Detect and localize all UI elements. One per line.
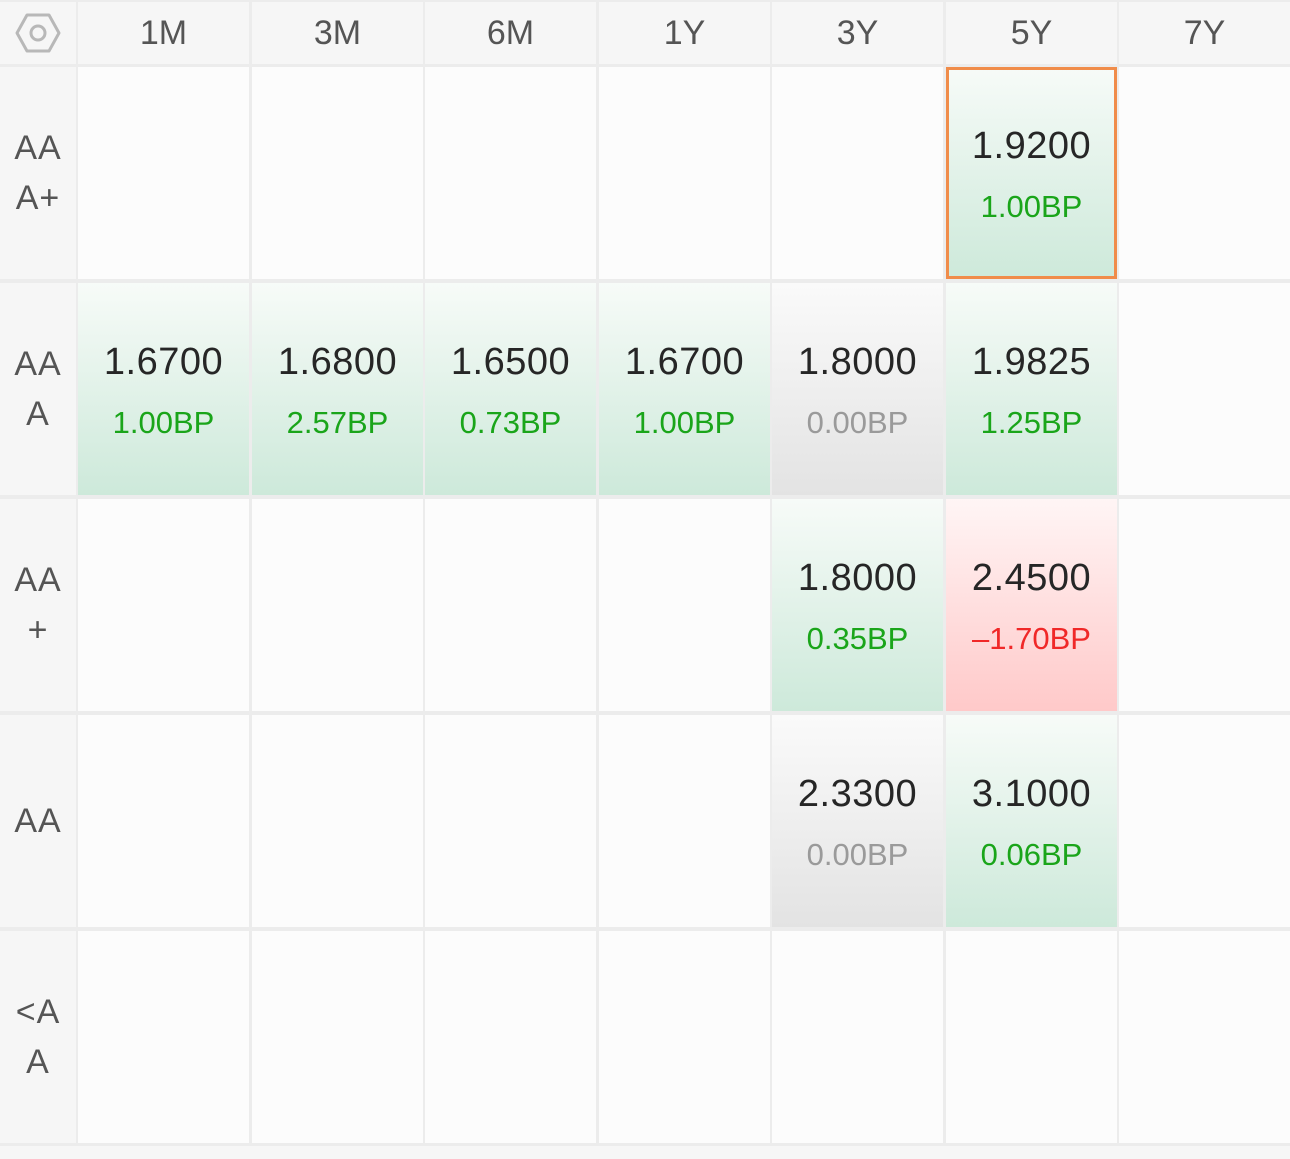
quote-change: 2.57BP — [286, 405, 389, 440]
row-header-label: AAA — [14, 345, 62, 433]
quote-cell[interactable]: 3.1000 0.06BP — [946, 715, 1117, 927]
row-header[interactable]: AA — [0, 715, 76, 927]
quote-value: 1.6500 — [450, 341, 571, 383]
column-header-3y[interactable]: 3Y — [772, 2, 943, 64]
column-header-6m[interactable]: 6M — [425, 2, 596, 64]
empty-cell[interactable] — [1119, 499, 1290, 711]
empty-cell[interactable] — [599, 67, 770, 279]
quote-value: 1.6700 — [103, 341, 224, 383]
empty-cell[interactable] — [252, 715, 423, 927]
empty-cell[interactable] — [78, 931, 249, 1143]
quote-cell[interactable]: 1.9825 1.25BP — [946, 283, 1117, 495]
settings-button[interactable] — [0, 2, 76, 64]
row-header[interactable]: <AA — [0, 931, 76, 1143]
quote-change: 0.73BP — [459, 405, 562, 440]
empty-cell[interactable] — [425, 67, 596, 279]
quote-cell[interactable]: 1.8000 0.35BP — [772, 499, 943, 711]
quote-change: 1.00BP — [980, 189, 1083, 224]
quote-value: 2.4500 — [971, 557, 1092, 599]
quote-change: 1.25BP — [980, 405, 1083, 440]
empty-cell[interactable] — [1119, 67, 1290, 279]
empty-cell[interactable] — [946, 931, 1117, 1143]
quote-value: 1.6700 — [624, 341, 745, 383]
empty-cell[interactable] — [252, 67, 423, 279]
quote-value: 3.1000 — [971, 773, 1092, 815]
row-header-label: <AA — [15, 993, 61, 1081]
quote-cell[interactable]: 2.3300 0.00BP — [772, 715, 943, 927]
column-header-1m[interactable]: 1M — [78, 2, 249, 64]
empty-cell[interactable] — [772, 67, 943, 279]
quote-cell[interactable]: 1.8000 0.00BP — [772, 283, 943, 495]
row-header-label: AAA+ — [14, 129, 62, 217]
hexagon-settings-icon — [15, 13, 61, 53]
empty-cell[interactable] — [599, 931, 770, 1143]
quote-change: 1.00BP — [112, 405, 215, 440]
empty-cell[interactable] — [252, 499, 423, 711]
quote-cell[interactable]: 1.6500 0.73BP — [425, 283, 596, 495]
quote-cell[interactable]: 2.4500 –1.70BP — [946, 499, 1117, 711]
row-header-label: AA+ — [14, 561, 62, 649]
quote-value: 2.3300 — [797, 773, 918, 815]
empty-cell[interactable] — [1119, 715, 1290, 927]
empty-cell[interactable] — [78, 499, 249, 711]
empty-cell[interactable] — [425, 715, 596, 927]
quote-change: 0.35BP — [806, 621, 909, 656]
quote-value: 1.6800 — [277, 341, 398, 383]
quote-cell[interactable]: 1.6700 1.00BP — [78, 283, 249, 495]
empty-cell[interactable] — [772, 931, 943, 1143]
empty-cell[interactable] — [1119, 283, 1290, 495]
quote-cell[interactable]: 1.6800 2.57BP — [252, 283, 423, 495]
empty-cell[interactable] — [425, 931, 596, 1143]
row-header[interactable]: AAA — [0, 283, 76, 495]
empty-cell[interactable] — [425, 499, 596, 711]
empty-cell[interactable] — [252, 931, 423, 1143]
yield-matrix: 1M 3M 6M 1Y 3Y 5Y 7Y AAA+ 1.9200 1.00BP AAA 1.6700 1… — [0, 0, 1290, 1159]
row-header[interactable]: AAA+ — [0, 67, 76, 279]
empty-cell[interactable] — [78, 67, 249, 279]
empty-cell[interactable] — [78, 715, 249, 927]
quote-change: –1.70BP — [972, 621, 1091, 656]
column-header-7y[interactable]: 7Y — [1119, 2, 1290, 64]
quote-change: 0.06BP — [980, 837, 1083, 872]
row-header-label: AA — [14, 802, 62, 840]
column-header-3m[interactable]: 3M — [252, 2, 423, 64]
quote-change: 0.00BP — [806, 405, 909, 440]
quote-change: 1.00BP — [633, 405, 736, 440]
empty-cell[interactable] — [599, 499, 770, 711]
quote-value: 1.9825 — [971, 341, 1092, 383]
column-header-1y[interactable]: 1Y — [599, 2, 770, 64]
bottom-strip — [0, 1146, 1290, 1159]
row-header[interactable]: AA+ — [0, 499, 76, 711]
quote-change: 0.00BP — [806, 837, 909, 872]
empty-cell[interactable] — [1119, 931, 1290, 1143]
quote-value: 1.8000 — [797, 341, 918, 383]
quote-cell[interactable]: 1.6700 1.00BP — [599, 283, 770, 495]
empty-cell[interactable] — [599, 715, 770, 927]
column-header-5y[interactable]: 5Y — [946, 2, 1117, 64]
quote-value: 1.9200 — [971, 125, 1092, 167]
quote-value: 1.8000 — [797, 557, 918, 599]
quote-cell[interactable]: 1.9200 1.00BP — [946, 67, 1117, 279]
